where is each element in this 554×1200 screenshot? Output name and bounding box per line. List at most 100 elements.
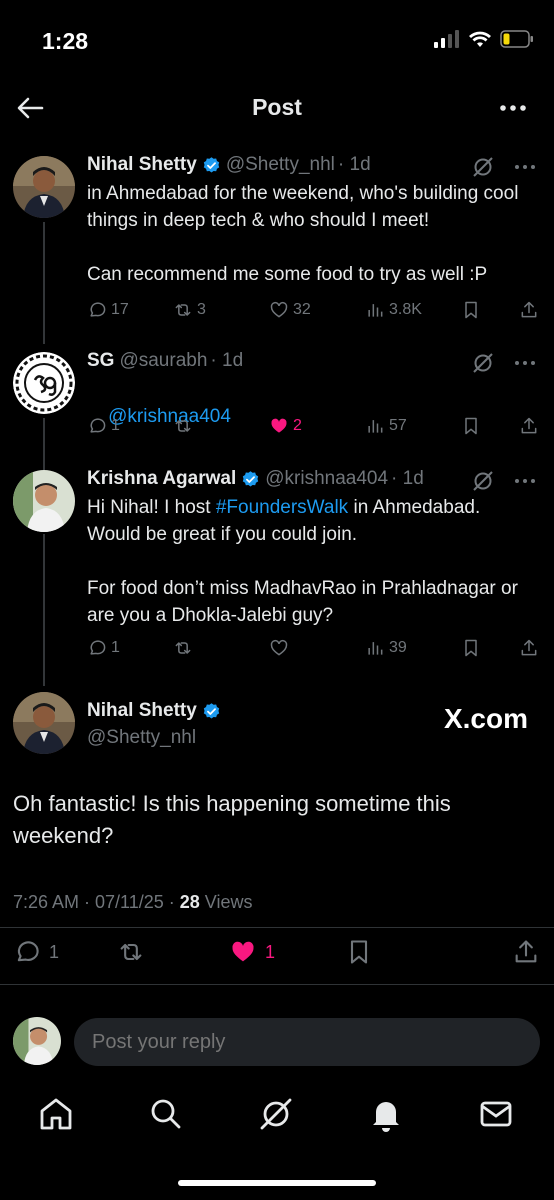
share-icon (521, 639, 537, 656)
tweet-text: Oh fantastic! Is this happening sometime… (13, 791, 451, 848)
views-button[interactable]: 57 (365, 416, 461, 436)
avatar[interactable] (13, 470, 75, 532)
like-button[interactable] (269, 638, 365, 658)
grok-icon[interactable] (256, 1094, 296, 1134)
grok-icon[interactable] (472, 470, 494, 492)
author-handle[interactable]: @krishnaa404 (265, 468, 388, 490)
signal-icon (434, 30, 459, 48)
home-icon[interactable] (36, 1094, 76, 1134)
like-button[interactable]: 2 (269, 416, 365, 436)
reply-input[interactable] (74, 1018, 540, 1066)
tweet-actions: 1 1 (13, 934, 540, 970)
share-button[interactable] (519, 416, 539, 436)
bookmark-button[interactable] (461, 300, 519, 320)
share-button[interactable] (512, 938, 540, 966)
reply-icon (90, 640, 106, 655)
more-icon[interactable] (498, 94, 528, 122)
author-name[interactable]: Nihal Shetty (87, 154, 197, 176)
notifications-icon[interactable] (366, 1094, 406, 1134)
tweet-actions: 1 39 (87, 638, 540, 658)
author-name[interactable]: SG (87, 350, 114, 372)
avatar[interactable] (13, 156, 75, 218)
share-button[interactable] (519, 638, 539, 658)
share-button[interactable] (519, 300, 539, 320)
reply-count: 17 (111, 301, 129, 318)
grok-icon[interactable] (472, 352, 494, 374)
avatar (13, 1017, 61, 1065)
repost-icon (120, 943, 142, 961)
views-button[interactable]: 3.8K (365, 300, 461, 320)
bookmark-icon (465, 639, 477, 657)
author-handle[interactable]: @Shetty_nhl (226, 154, 335, 176)
grok-icon[interactable] (472, 156, 494, 178)
repost-icon (175, 420, 191, 432)
divider (0, 927, 554, 928)
avatar[interactable] (13, 352, 75, 414)
views-icon (368, 642, 383, 655)
avatar[interactable] (13, 692, 75, 754)
repost-icon (175, 642, 191, 654)
bookmark-icon (350, 940, 368, 964)
view-count: 3.8K (389, 301, 422, 318)
reply-icon (17, 941, 39, 962)
repost-button[interactable] (117, 938, 145, 966)
tweet-age: · 1d (391, 468, 424, 489)
repost-button[interactable] (173, 638, 269, 658)
more-icon[interactable] (514, 164, 536, 170)
messages-icon[interactable] (476, 1094, 516, 1134)
repost-button[interactable] (173, 416, 269, 436)
tweet-text: Hi Nihal! I host #FoundersWalk in Ahmeda… (87, 494, 534, 629)
hashtag-link[interactable]: #FoundersWalk (216, 497, 348, 518)
bookmark-button[interactable] (461, 416, 519, 436)
reply-button[interactable]: 1 (87, 416, 173, 436)
like-button[interactable]: 32 (269, 300, 365, 320)
thread-line (43, 222, 45, 344)
reply-icon (90, 418, 106, 433)
like-count: 32 (293, 301, 311, 318)
more-icon[interactable] (514, 360, 536, 366)
reply-count: 1 (111, 639, 120, 656)
share-icon (521, 301, 537, 318)
author-name[interactable]: Krishna Agarwal (87, 468, 236, 490)
more-icon[interactable] (514, 478, 536, 484)
status-time: 1:28 (42, 28, 89, 54)
top-nav: Post (0, 80, 554, 136)
views-button[interactable]: 39 (365, 638, 461, 658)
page-title: Post (252, 94, 302, 120)
reply-button[interactable]: 1 (13, 938, 59, 966)
reply-button[interactable]: 1 (87, 638, 173, 658)
author-name-row: Nihal Shetty (87, 700, 221, 722)
tweet-meta: 7:26 AM · 07/11/25 · 28 Views (13, 892, 253, 913)
repost-icon (175, 304, 191, 316)
verified-icon (203, 156, 219, 173)
tweet-header: Krishna Agarwal @krishnaa404 · 1d (87, 468, 424, 490)
reply-button[interactable]: 17 (87, 300, 173, 320)
wifi-icon (469, 31, 491, 47)
author-name[interactable]: Nihal Shetty (87, 700, 197, 722)
share-icon (521, 417, 537, 434)
bookmark-button[interactable] (461, 638, 519, 658)
author-handle[interactable]: @Shetty_nhl (87, 727, 196, 749)
thread-line (43, 534, 45, 686)
battery-icon (500, 30, 533, 48)
views-label: Views (199, 892, 253, 912)
views-count: 28 (179, 892, 200, 912)
home-indicator (178, 1180, 376, 1186)
divider (0, 984, 554, 985)
repost-button[interactable]: 3 (173, 300, 269, 320)
like-button[interactable]: 1 (229, 938, 275, 966)
tweet-text: in Ahmedabad for the weekend, who's buil… (87, 183, 519, 285)
timestamp: 7:26 AM · 07/11/25 · (13, 892, 180, 912)
like-icon (270, 301, 288, 318)
tweet-menu (472, 352, 536, 374)
like-count: 2 (293, 417, 302, 434)
verified-icon (243, 470, 259, 487)
like-icon (270, 639, 288, 656)
verified-icon (203, 702, 219, 719)
search-icon[interactable] (146, 1094, 186, 1134)
author-handle[interactable]: @saurabh (119, 350, 207, 372)
tweet-actions: 1 2 57 (87, 416, 540, 436)
bookmark-button[interactable] (345, 938, 373, 966)
tweet-age: · 1d (210, 350, 244, 371)
tweet-menu (472, 470, 536, 492)
